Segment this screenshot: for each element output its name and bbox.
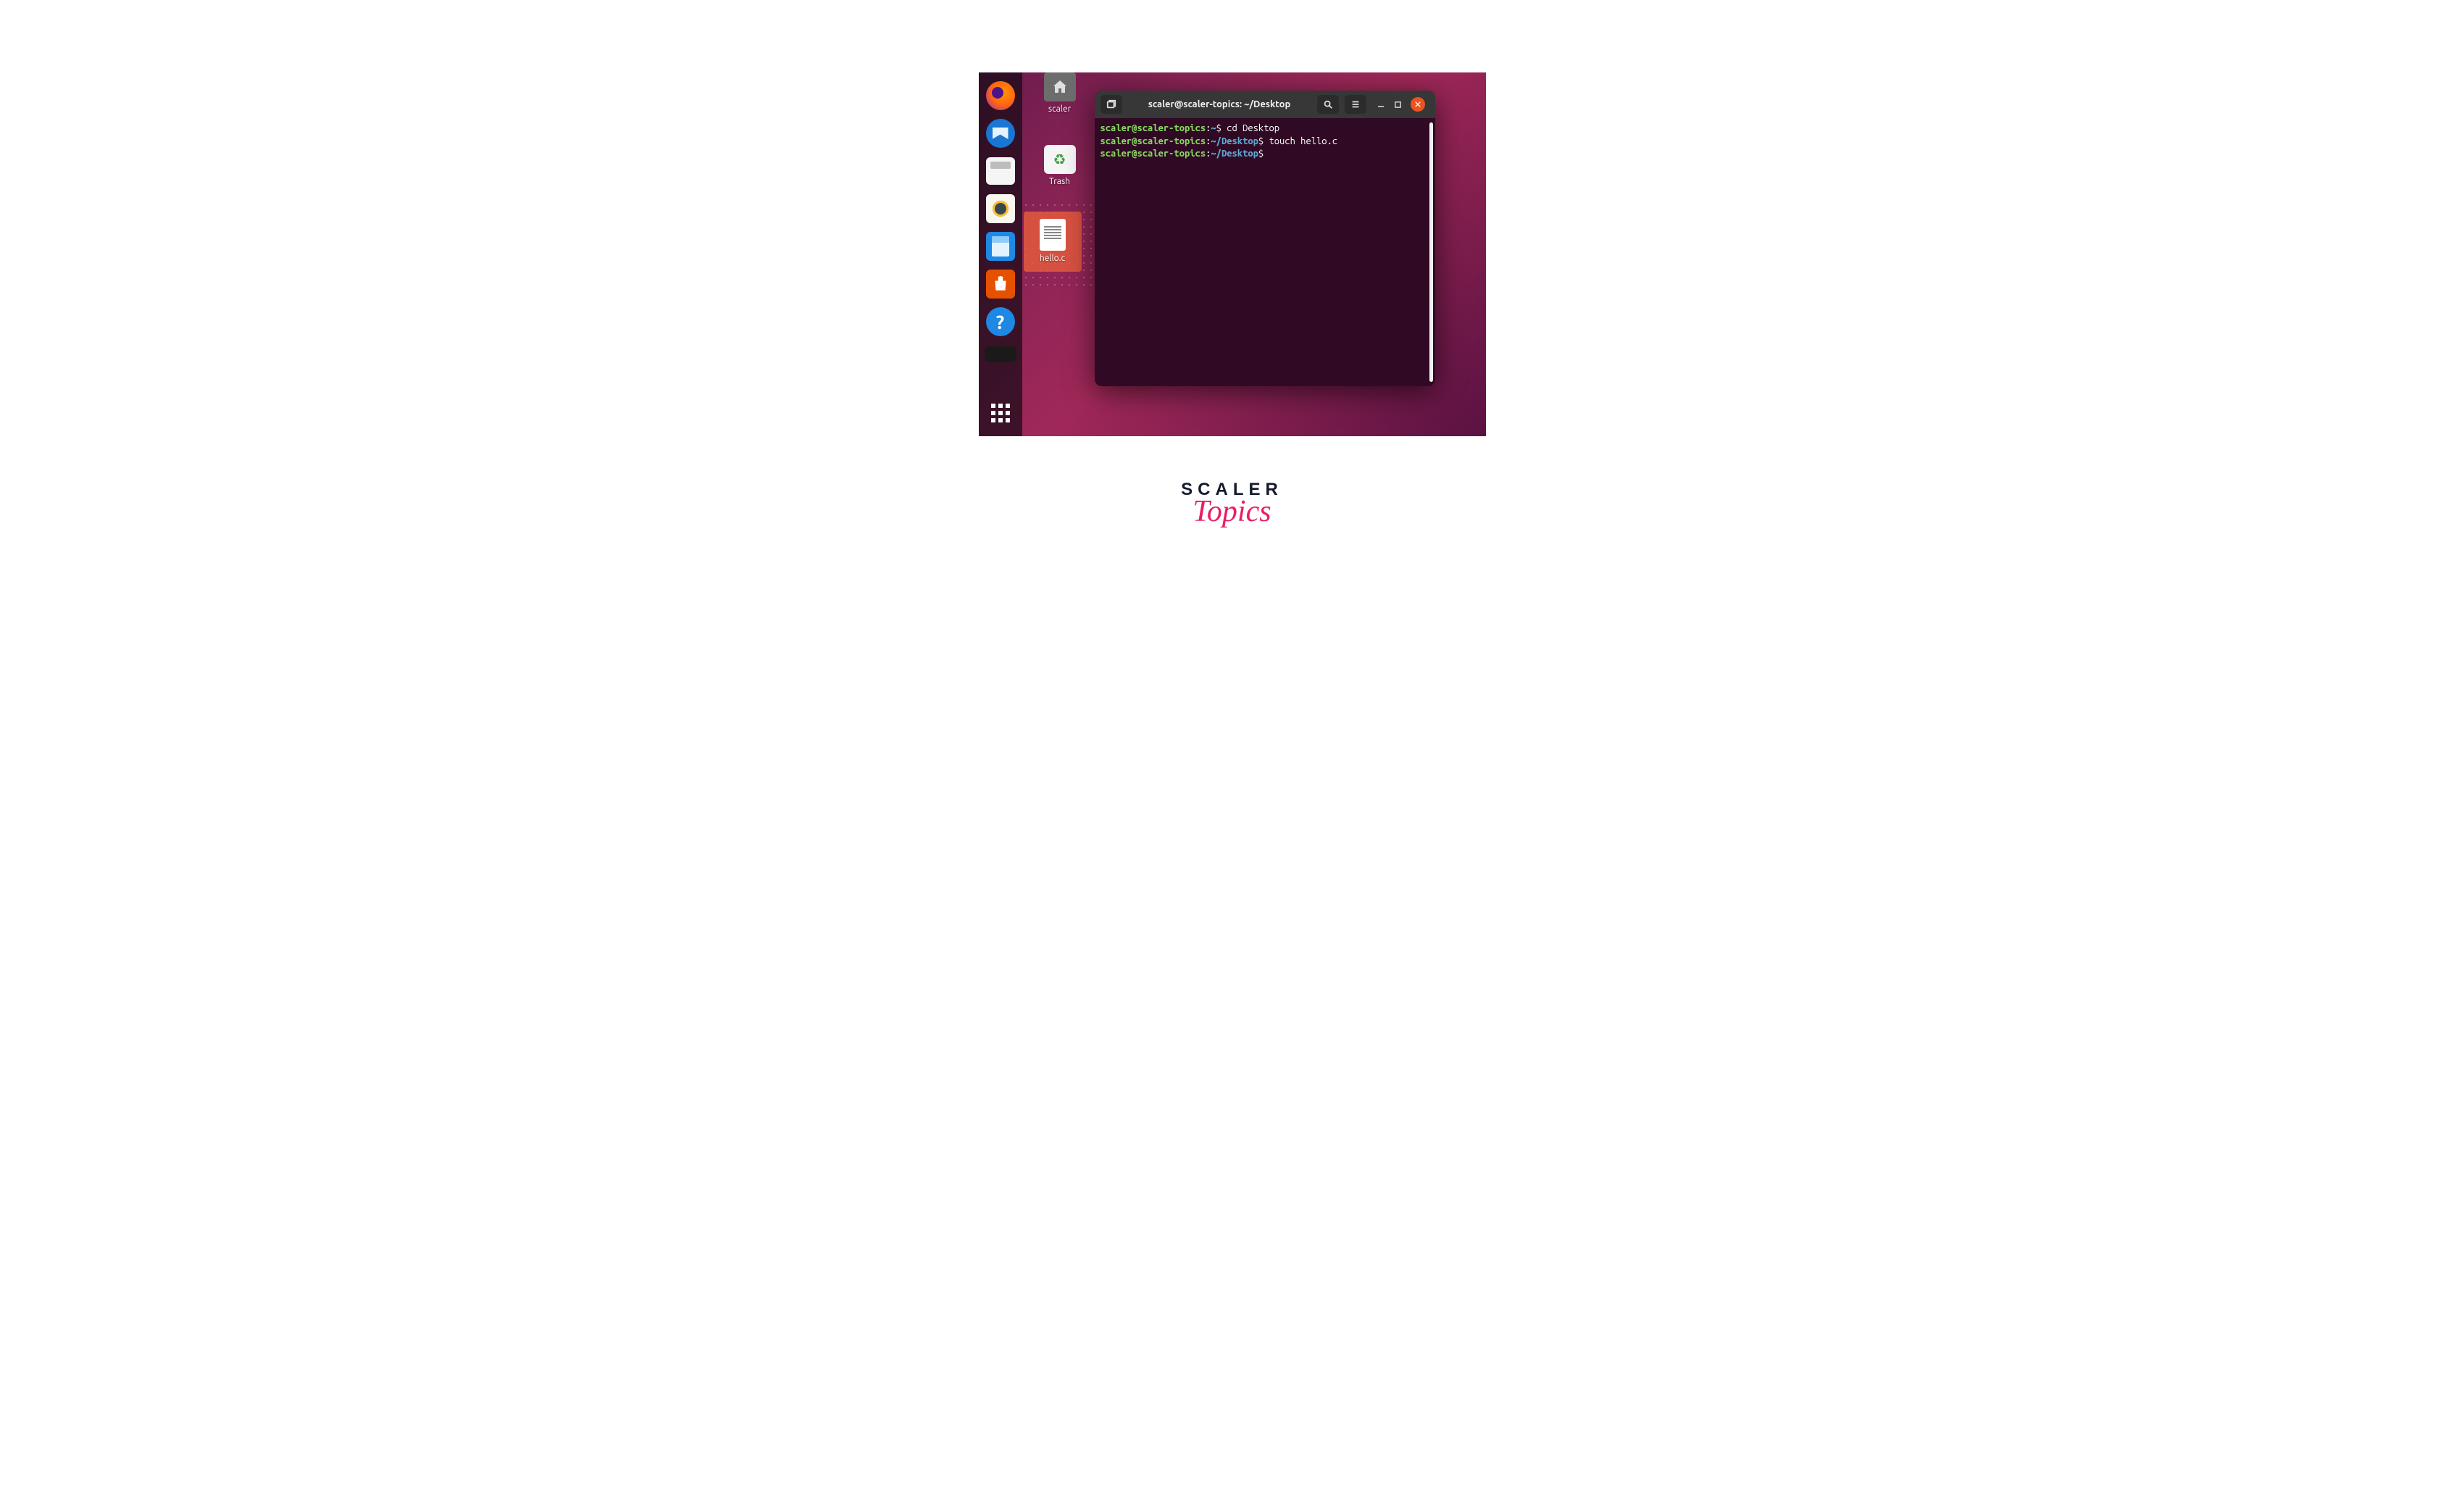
- firefox-launcher[interactable]: [985, 80, 1016, 112]
- files-launcher[interactable]: [985, 155, 1016, 187]
- trash-label: Trash: [1049, 177, 1070, 186]
- window-controls: [1372, 97, 1429, 112]
- logo-text-topics: Topics: [1181, 494, 1283, 529]
- terminal-body[interactable]: scaler@scaler-topics:~$ cd Desktop scale…: [1095, 118, 1435, 386]
- running-app-indicator[interactable]: [985, 346, 1016, 362]
- home-folder-label: scaler: [1048, 104, 1071, 114]
- trash-icon[interactable]: Trash: [1031, 145, 1089, 186]
- help-launcher[interactable]: ?: [985, 306, 1016, 338]
- desktop-area[interactable]: scaler Trash hello.c scaler@scaler-topic…: [1022, 72, 1486, 436]
- terminal-scrollbar[interactable]: [1429, 122, 1433, 382]
- home-icon: [1044, 72, 1076, 101]
- minimize-icon: [1377, 100, 1385, 109]
- hamburger-icon: [1350, 99, 1361, 109]
- scaler-topics-logo: SCALER Topics: [1181, 480, 1283, 529]
- software-launcher[interactable]: [985, 268, 1016, 300]
- close-icon: [1414, 101, 1421, 108]
- hello-c-file-icon[interactable]: hello.c: [1024, 212, 1082, 272]
- help-icon: ?: [986, 307, 1015, 336]
- search-button[interactable]: [1317, 95, 1339, 114]
- firefox-icon: [986, 81, 1015, 110]
- terminal-line: scaler@scaler-topics:~$ cd Desktop: [1101, 122, 1429, 136]
- new-tab-icon: [1106, 99, 1116, 109]
- shopping-bag-icon: [986, 270, 1015, 299]
- text-file-icon: [1040, 219, 1066, 251]
- thunderbird-launcher[interactable]: [985, 117, 1016, 149]
- terminal-title: scaler@scaler-topics: ~/Desktop: [1128, 99, 1311, 109]
- terminal-titlebar[interactable]: scaler@scaler-topics: ~/Desktop: [1095, 91, 1435, 118]
- recycle-icon: [1044, 145, 1076, 174]
- minimize-button[interactable]: [1377, 100, 1385, 109]
- dock-sidebar: ?: [979, 72, 1022, 436]
- ubuntu-desktop: ? scaler Trash hello.c: [979, 72, 1486, 436]
- terminal-line: scaler@scaler-topics:~/Desktop$: [1101, 148, 1429, 161]
- terminal-window: scaler@scaler-topics: ~/Desktop: [1095, 91, 1435, 386]
- search-icon: [1323, 99, 1333, 109]
- writer-launcher[interactable]: [985, 230, 1016, 262]
- speaker-icon: [986, 194, 1015, 223]
- close-button[interactable]: [1411, 97, 1425, 112]
- show-applications-button[interactable]: [985, 397, 1016, 429]
- new-tab-button[interactable]: [1101, 95, 1122, 114]
- files-icon: [986, 157, 1015, 185]
- home-folder-icon[interactable]: scaler: [1031, 72, 1089, 114]
- thunderbird-icon: [986, 119, 1015, 148]
- menu-button[interactable]: [1345, 95, 1366, 114]
- maximize-icon: [1394, 101, 1402, 109]
- file-label: hello.c: [1040, 254, 1065, 263]
- rhythmbox-launcher[interactable]: [985, 193, 1016, 225]
- document-icon: [986, 232, 1015, 261]
- maximize-button[interactable]: [1394, 101, 1402, 109]
- terminal-line: scaler@scaler-topics:~/Desktop$ touch he…: [1101, 136, 1429, 149]
